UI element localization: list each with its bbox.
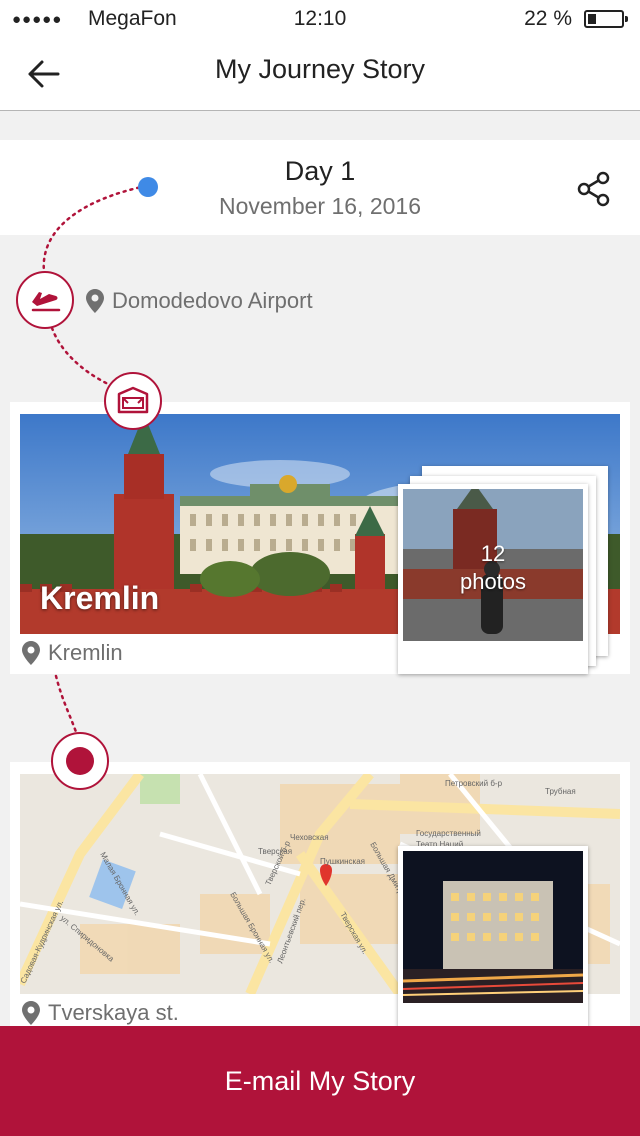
status-bar: ●●●●● MegaFon 12:10 22 %: [0, 0, 640, 40]
location-label: Kremlin: [48, 640, 123, 665]
photo-count-number: 12: [480, 541, 506, 566]
map-pin-icon: [86, 289, 104, 313]
hotel-photo[interactable]: [398, 846, 588, 1036]
photo-count: 12 photos: [398, 540, 588, 596]
battery-icon: [584, 10, 628, 28]
nav-bar: My Journey Story: [0, 40, 640, 111]
battery-percent: 22 %: [524, 7, 572, 30]
day-header: Day 1 November 16, 2016: [0, 140, 640, 235]
kremlin-location: Kremlin: [22, 640, 123, 666]
sightseeing-node[interactable]: [104, 372, 162, 430]
photo-count-word: photos: [459, 569, 527, 594]
place-node[interactable]: [51, 732, 109, 790]
map-pin-icon: [22, 1001, 40, 1025]
map-label: Чеховская: [290, 833, 329, 842]
stack-photo-front[interactable]: 12 photos: [398, 484, 588, 674]
landmark-icon: [117, 386, 149, 414]
email-story-button[interactable]: E-mail My Story: [0, 1026, 640, 1136]
day-label: Day 1: [284, 156, 356, 186]
map-label: Петровский б-р: [445, 779, 503, 788]
flight-node[interactable]: [16, 271, 74, 329]
share-button[interactable]: [575, 170, 615, 210]
share-icon[interactable]: [575, 170, 615, 210]
page-title: My Journey Story: [214, 54, 426, 84]
place-title: Kremlin: [40, 580, 160, 616]
day-date: November 16, 2016: [218, 193, 421, 219]
map-pin-icon: [22, 641, 40, 665]
airport-location: Domodedovo Airport: [86, 288, 313, 314]
tverskaya-location: Tverskaya st.: [22, 1000, 179, 1026]
location-label: Domodedovo Airport: [112, 288, 313, 313]
location-dot-icon: [66, 747, 94, 775]
map-label: Пушкинская: [320, 857, 365, 866]
map-label: Государственный: [416, 829, 481, 838]
airplane-icon: [31, 292, 61, 312]
location-label: Tverskaya st.: [48, 1000, 179, 1025]
map-label: Трубная: [545, 787, 576, 796]
